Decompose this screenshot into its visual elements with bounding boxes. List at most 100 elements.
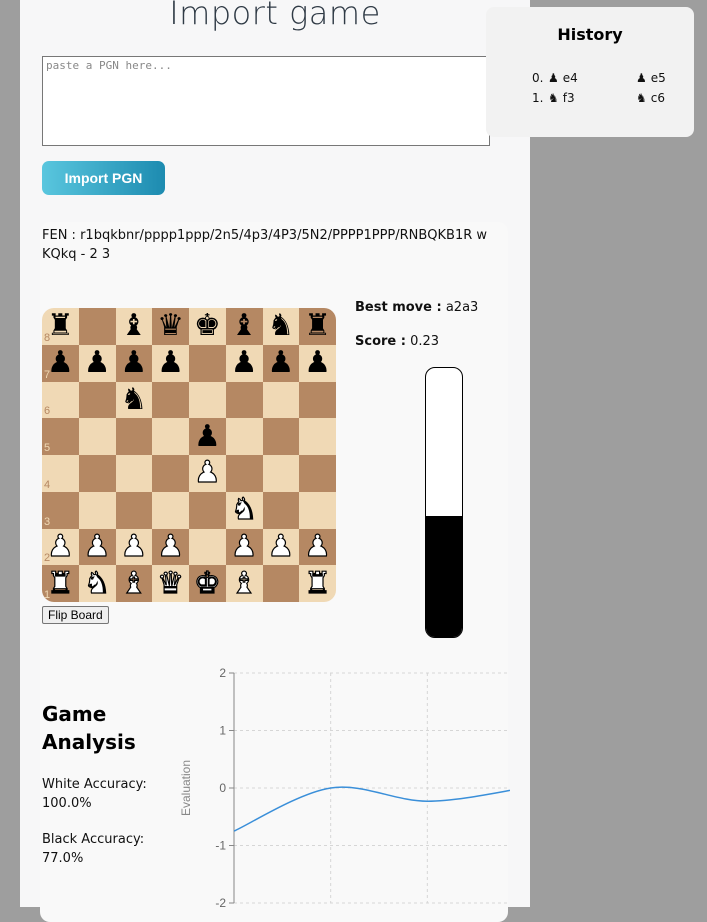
board-square[interactable]: ♞ xyxy=(225,491,263,529)
board-square[interactable] xyxy=(189,344,226,382)
board-square[interactable] xyxy=(115,491,153,529)
white-pawn-icon[interactable]: ♟ xyxy=(157,531,185,562)
black-pawn-icon[interactable]: ♟ xyxy=(84,348,111,378)
import-pgn-button[interactable]: Import PGN xyxy=(42,161,165,195)
board-square[interactable]: 6 xyxy=(42,381,79,419)
board-square[interactable] xyxy=(78,418,116,455)
board-square[interactable] xyxy=(299,381,336,419)
white-pawn-icon[interactable]: ♟ xyxy=(83,531,111,562)
black-move[interactable]: ♟ e5 xyxy=(636,71,666,85)
board-square[interactable]: ♟ xyxy=(78,344,116,382)
board-square[interactable]: ♝ xyxy=(115,308,153,345)
board-square[interactable]: ♟ xyxy=(78,528,116,566)
board-square[interactable]: ♝ xyxy=(225,565,263,602)
board-square[interactable] xyxy=(78,455,116,492)
board-square[interactable]: ♜ xyxy=(299,565,336,602)
board-square[interactable] xyxy=(189,381,226,419)
board-square[interactable]: ♞ xyxy=(262,308,300,345)
board-square[interactable] xyxy=(262,565,300,602)
board-square[interactable]: ♟ xyxy=(152,344,189,382)
white-pawn-icon[interactable]: ♟ xyxy=(193,457,221,488)
board-square[interactable]: ♞ xyxy=(115,381,153,419)
board-square[interactable]: ♟ xyxy=(189,418,226,455)
board-square[interactable] xyxy=(152,418,189,455)
white-king-icon[interactable]: ♚ xyxy=(193,568,221,599)
board-square[interactable]: 3 xyxy=(42,491,79,529)
board-square[interactable]: ♛ xyxy=(152,565,189,602)
white-queen-icon[interactable]: ♛ xyxy=(157,568,185,599)
board-square[interactable] xyxy=(115,455,153,492)
white-knight-icon[interactable]: ♞ xyxy=(83,568,111,599)
white-pawn-icon[interactable]: ♟ xyxy=(46,531,74,562)
black-pawn-icon[interactable]: ♟ xyxy=(120,348,147,378)
board-square[interactable] xyxy=(225,381,263,419)
board-square[interactable] xyxy=(262,491,300,529)
white-pawn-icon[interactable]: ♟ xyxy=(120,531,148,562)
white-rook-icon[interactable]: ♜ xyxy=(46,568,74,599)
board-square[interactable] xyxy=(152,381,189,419)
black-bishop-icon[interactable]: ♝ xyxy=(231,311,258,341)
white-move[interactable]: ♟ e4 xyxy=(548,71,578,85)
white-bishop-icon[interactable]: ♝ xyxy=(120,568,148,599)
board-square[interactable]: 2 ♟ xyxy=(42,528,79,566)
black-rook-icon[interactable]: ♜ xyxy=(304,311,331,341)
board-square[interactable]: ♟ xyxy=(152,528,189,566)
board-square[interactable]: ♛ xyxy=(152,308,189,345)
board-square[interactable]: 8 ♜ xyxy=(42,308,79,345)
black-pawn-icon[interactable]: ♟ xyxy=(157,348,184,378)
pgn-input[interactable] xyxy=(42,56,490,146)
white-pawn-icon[interactable]: ♟ xyxy=(267,531,295,562)
board-square[interactable] xyxy=(189,491,226,529)
black-pawn-icon[interactable]: ♟ xyxy=(194,421,221,452)
board-square[interactable]: 7 ♟ xyxy=(42,344,79,382)
board-square[interactable]: ♚ xyxy=(189,565,226,602)
board-square[interactable] xyxy=(262,381,300,419)
black-pawn-icon[interactable]: ♟ xyxy=(304,348,331,378)
black-king-icon[interactable]: ♚ xyxy=(194,311,221,341)
white-bishop-icon[interactable]: ♝ xyxy=(230,568,258,599)
board-square[interactable]: ♟ xyxy=(189,455,226,492)
board-square[interactable] xyxy=(262,418,300,455)
board-square[interactable] xyxy=(299,418,336,455)
board-square[interactable]: ♟ xyxy=(115,344,153,382)
board-square[interactable]: ♟ xyxy=(299,528,336,566)
black-pawn-icon[interactable]: ♟ xyxy=(47,348,74,378)
board-square[interactable]: ♝ xyxy=(115,565,153,602)
board-square[interactable] xyxy=(78,381,116,419)
board-square[interactable]: ♚ xyxy=(189,308,226,345)
board-square[interactable]: ♟ xyxy=(225,528,263,566)
black-move[interactable]: ♞ c6 xyxy=(636,91,665,105)
white-move[interactable]: ♞ f3 xyxy=(548,91,575,105)
board-square[interactable]: ♟ xyxy=(262,344,300,382)
board-square[interactable]: ♟ xyxy=(262,528,300,566)
white-pawn-icon[interactable]: ♟ xyxy=(230,531,258,562)
black-knight-icon[interactable]: ♞ xyxy=(267,311,294,341)
board-square[interactable]: ♟ xyxy=(299,344,336,382)
board-square[interactable] xyxy=(225,455,263,492)
board-square[interactable] xyxy=(152,491,189,529)
board-square[interactable] xyxy=(189,528,226,566)
board-square[interactable]: ♟ xyxy=(225,344,263,382)
black-rook-icon[interactable]: ♜ xyxy=(47,311,74,341)
board-square[interactable] xyxy=(78,308,116,345)
board-square[interactable]: 5 xyxy=(42,418,79,455)
board-square[interactable] xyxy=(299,455,336,492)
board-square[interactable] xyxy=(262,455,300,492)
black-pawn-icon[interactable]: ♟ xyxy=(267,348,294,378)
white-knight-icon[interactable]: ♞ xyxy=(230,494,258,525)
board-square[interactable]: ♜ xyxy=(299,308,336,345)
board-square[interactable]: ♝ xyxy=(225,308,263,345)
black-knight-icon[interactable]: ♞ xyxy=(120,384,147,415)
board-square[interactable] xyxy=(225,418,263,455)
board-square[interactable]: 1 ♜ xyxy=(42,565,79,602)
flip-board-button[interactable]: Flip Board xyxy=(42,606,109,624)
black-bishop-icon[interactable]: ♝ xyxy=(120,311,147,341)
board-square[interactable] xyxy=(78,491,116,529)
board-square[interactable] xyxy=(152,455,189,492)
black-pawn-icon[interactable]: ♟ xyxy=(231,348,258,378)
board-square[interactable] xyxy=(299,491,336,529)
black-queen-icon[interactable]: ♛ xyxy=(157,311,184,341)
board-square[interactable] xyxy=(115,418,153,455)
white-pawn-icon[interactable]: ♟ xyxy=(304,531,332,562)
chess-board[interactable]: 8 ♜ ♝ ♛ ♚ ♝ ♞ ♜ 7 ♟ ♟ ♟ ♟ ♟ ♟ ♟ 6 ♞ 5 ♟ 4 ♟ 3 ♞ 2 ♟ ♟ ♟ ♟ ♟ ♟ ♟ 1 ♜ ♞ ♝ ♛ ♚ ♝ ♜ xyxy=(42,308,336,602)
